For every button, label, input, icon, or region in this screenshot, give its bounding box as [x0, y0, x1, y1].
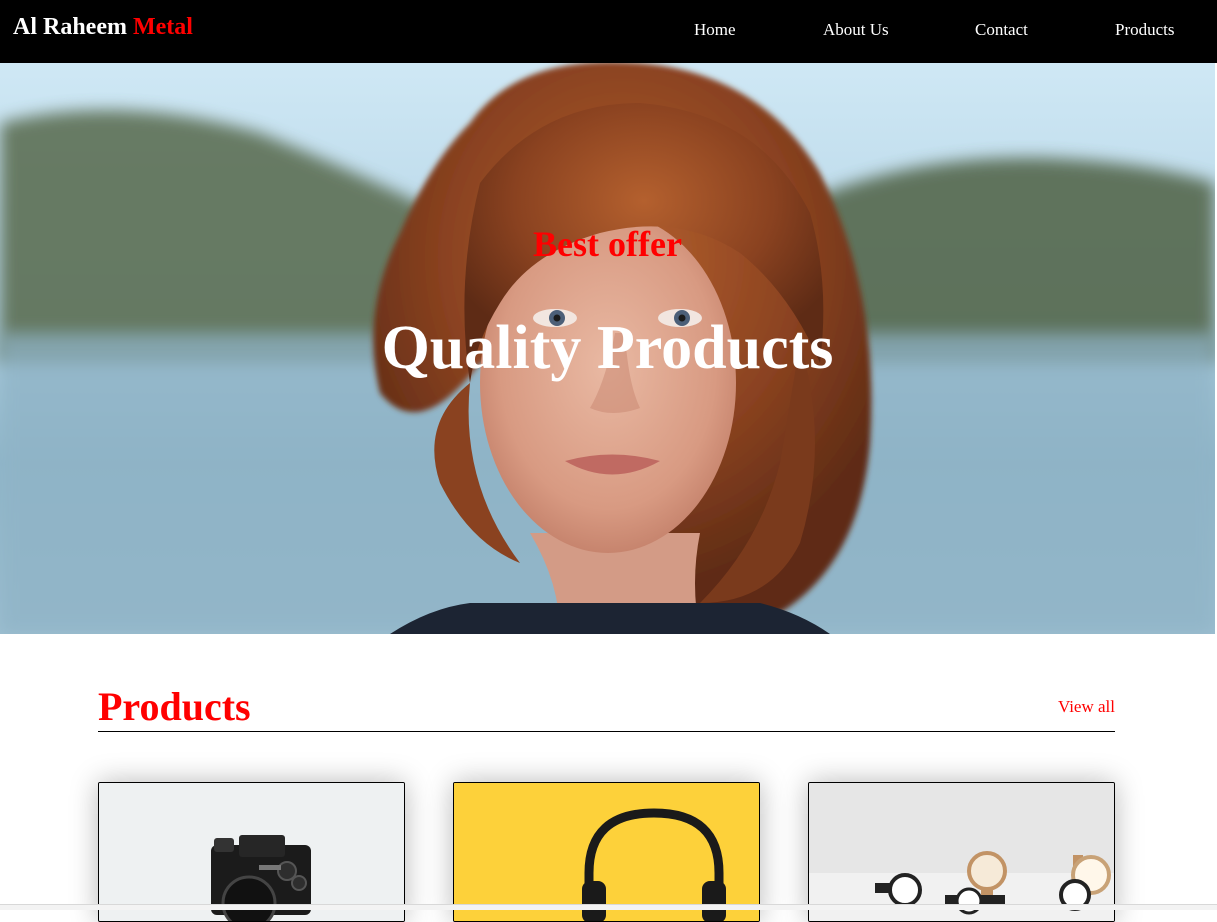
brand-name-primary: Al Raheem [13, 14, 133, 40]
hero-eyebrow: Best offer [533, 224, 682, 264]
brand-name-accent: Metal [132, 14, 193, 40]
nav-link-about-us[interactable]: About Us [823, 20, 889, 40]
hero-title: Quality Products [381, 314, 834, 382]
horizontal-scrollbar[interactable] [0, 904, 1217, 910]
brand-logo[interactable]: Al Raheem Metal [13, 14, 193, 41]
nav-link-home[interactable]: Home [694, 20, 736, 40]
view-all-link[interactable]: View all [1058, 697, 1115, 717]
watches-photo [809, 783, 1114, 921]
nav-link-products[interactable]: Products [1115, 20, 1175, 40]
headphones-photo [454, 783, 759, 921]
product-card-headphones[interactable] [453, 782, 760, 922]
top-navbar: Al Raheem Metal Home About Us Contact Pr… [0, 0, 1217, 63]
hero-banner: Best offer Quality Products [0, 63, 1215, 634]
nav-link-contact[interactable]: Contact [975, 20, 1028, 40]
camera-photo [99, 783, 404, 921]
product-card-camera[interactable] [98, 782, 405, 922]
product-card-watches[interactable] [808, 782, 1115, 922]
products-header: Products View all [98, 684, 1115, 732]
products-title: Products [98, 684, 251, 729]
